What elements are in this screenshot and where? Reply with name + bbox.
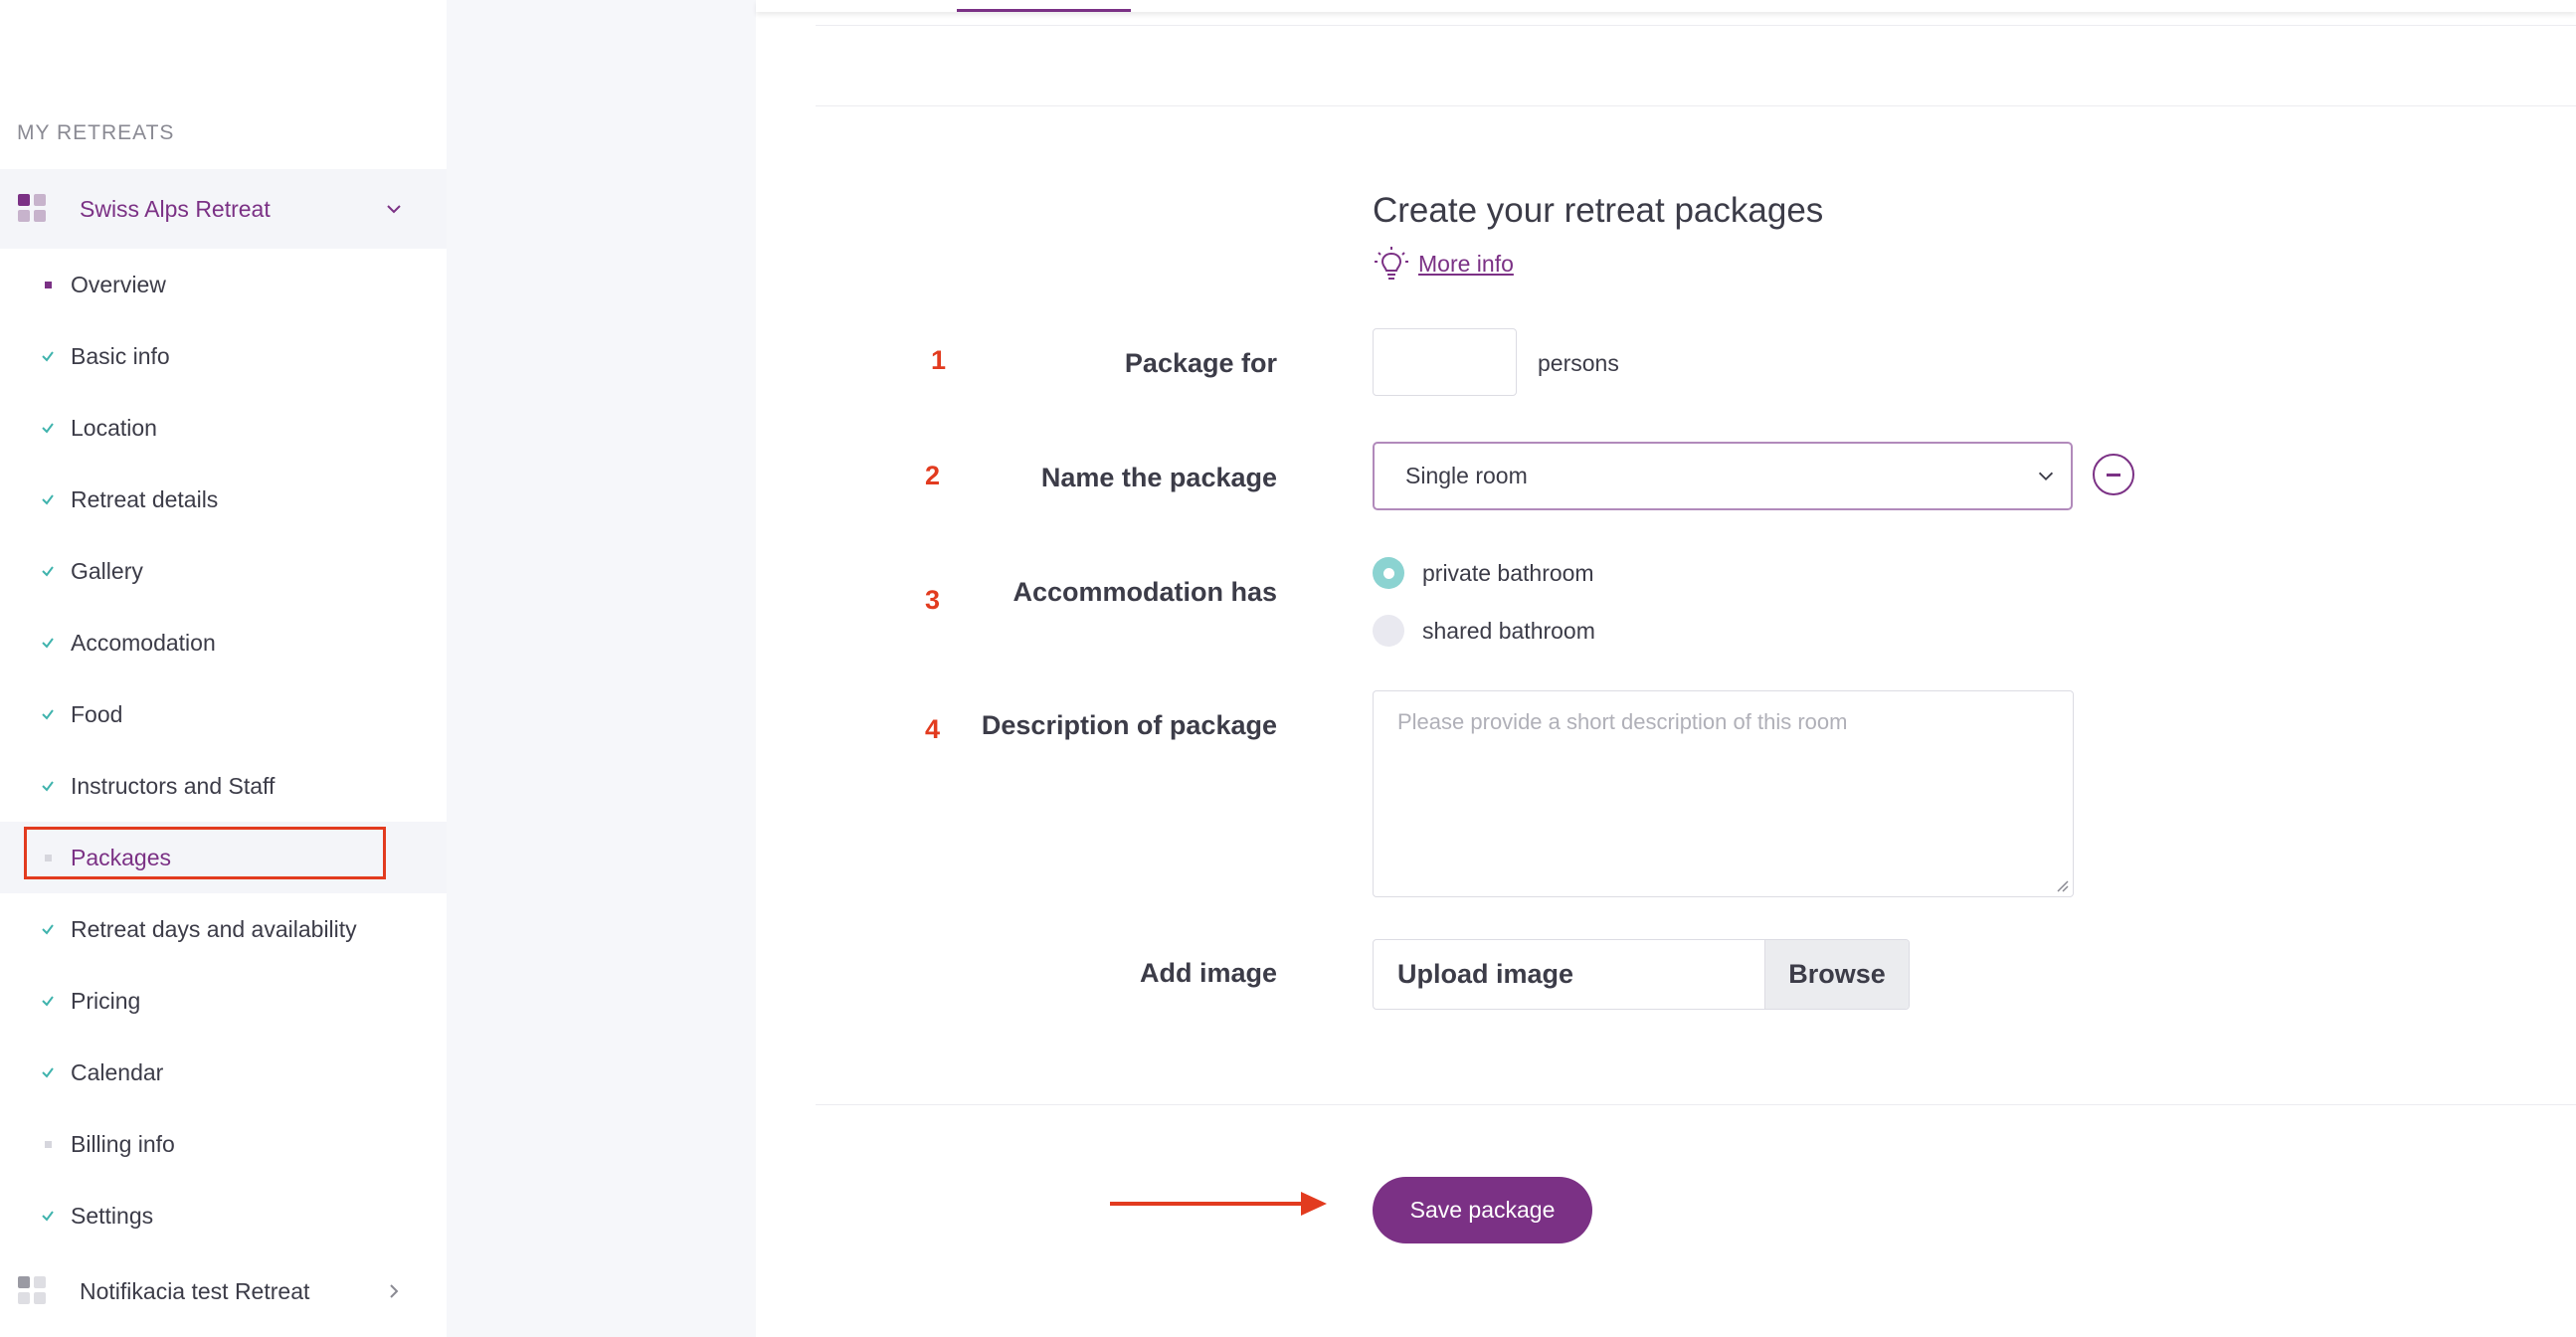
radio-private-bathroom[interactable]: private bathroom [1373, 557, 1594, 589]
resize-grip-icon[interactable] [2053, 876, 2069, 892]
select-value: Single room [1405, 463, 1528, 488]
check-icon [40, 420, 56, 436]
add-image-label: Add image [1139, 958, 1277, 988]
check-icon [40, 1208, 56, 1224]
description-textarea[interactable]: Please provide a short description of th… [1373, 690, 2074, 897]
sidebar-item-settings[interactable]: Settings [0, 1180, 447, 1251]
retreat-header-swiss-alps[interactable]: Swiss Alps Retreat [0, 169, 447, 249]
sidebar-item-retreat-details[interactable]: Retreat details [0, 464, 447, 535]
save-package-button[interactable]: Save package [1373, 1177, 1592, 1243]
chevron-down-icon [2038, 472, 2054, 481]
check-icon [40, 778, 56, 794]
step-number-2: 2 [925, 461, 941, 490]
upload-placeholder[interactable]: Upload image [1374, 940, 1764, 1009]
more-info[interactable]: More info [1373, 245, 1514, 283]
package-name-select[interactable]: Single room [1373, 442, 2073, 510]
sidebar: MY RETREATS Swiss Alps Retreat Overview B… [0, 0, 447, 1337]
divider [816, 1104, 2576, 1105]
accommodation-label: Accommodation has [1012, 577, 1277, 607]
sidebar-item-label: Basic info [71, 342, 170, 369]
top-tab-bar [756, 0, 2576, 12]
sidebar-item-basic-info[interactable]: Basic info [0, 320, 447, 392]
minus-icon [2107, 473, 2120, 477]
sidebar-item-label: Instructors and Staff [71, 772, 276, 799]
browse-button[interactable]: Browse [1764, 940, 1909, 1009]
sidebar-section-title: MY RETREATS [17, 121, 175, 144]
check-icon [40, 491, 56, 507]
sidebar-item-accomodation[interactable]: Accomodation [0, 607, 447, 678]
more-info-link[interactable]: More info [1418, 251, 1514, 278]
retreat-name: Swiss Alps Retreat [80, 195, 271, 222]
sidebar-item-billing-info[interactable]: Billing info [0, 1108, 447, 1180]
arrow-right-icon [1110, 1192, 1327, 1216]
step-number-1: 1 [931, 345, 947, 375]
packages-highlight [24, 827, 386, 879]
sidebar-item-label: Billing info [71, 1130, 175, 1157]
main-content: Create your retreat packages More info 1… [756, 0, 2576, 1337]
sidebar-item-gallery[interactable]: Gallery [0, 535, 447, 607]
sidebar-item-label: Gallery [71, 557, 143, 584]
name-package-label: Name the package [1040, 463, 1277, 492]
chevron-down-icon[interactable] [382, 197, 406, 221]
retreat-grid-icon [18, 194, 48, 224]
sidebar-item-food[interactable]: Food [0, 678, 447, 750]
bullet-icon [40, 277, 56, 292]
radio-checked-icon[interactable] [1373, 557, 1404, 589]
remove-package-button[interactable] [2093, 454, 2134, 495]
persons-input[interactable] [1373, 328, 1517, 396]
check-icon [40, 1064, 56, 1080]
active-tab-indicator [957, 9, 1131, 12]
sidebar-item-calendar[interactable]: Calendar [0, 1037, 447, 1108]
retreat-grid-icon [18, 1276, 48, 1306]
lightbulb-icon [1375, 247, 1408, 280]
sidebar-item-overview[interactable]: Overview [0, 249, 447, 320]
sidebar-item-label: Pricing [71, 987, 141, 1014]
sidebar-item-label: Retreat days and availability [71, 915, 357, 942]
package-for-label: Package for [1124, 348, 1277, 378]
bullet-icon [40, 1136, 56, 1152]
check-icon [40, 921, 56, 937]
check-icon [40, 993, 56, 1009]
sidebar-item-label: Calendar [71, 1058, 164, 1085]
check-icon [40, 706, 56, 722]
step-number-4: 4 [925, 714, 941, 744]
sidebar-item-label: Food [71, 700, 123, 727]
sidebar-item-label: Location [71, 414, 157, 441]
persons-unit: persons [1538, 350, 1619, 376]
description-placeholder: Please provide a short description of th… [1397, 709, 1848, 734]
radio-label: shared bathroom [1422, 617, 1595, 644]
check-icon [40, 635, 56, 651]
radio-label: private bathroom [1422, 559, 1594, 586]
retreat-header-other[interactable]: Notifikacia test Retreat [0, 1251, 447, 1331]
divider [816, 105, 2576, 106]
sidebar-item-label: Accomodation [71, 629, 216, 656]
sidebar-item-location[interactable]: Location [0, 392, 447, 464]
sidebar-item-label: Retreat details [71, 485, 219, 512]
step-number-3: 3 [925, 585, 941, 615]
radio-shared-bathroom[interactable]: shared bathroom [1373, 615, 1595, 647]
sidebar-item-label: Settings [71, 1202, 154, 1229]
check-icon [40, 348, 56, 364]
retreat-name: Notifikacia test Retreat [80, 1277, 310, 1304]
page-title: Create your retreat packages [1373, 191, 1824, 230]
description-label: Description of package [981, 710, 1277, 740]
image-upload[interactable]: Upload image Browse [1373, 939, 1910, 1010]
check-icon [40, 563, 56, 579]
sidebar-item-instructors-and-staff[interactable]: Instructors and Staff [0, 750, 447, 822]
radio-unchecked-icon[interactable] [1373, 615, 1404, 647]
sidebar-item-pricing[interactable]: Pricing [0, 965, 447, 1037]
chevron-right-icon[interactable] [382, 1279, 406, 1303]
sidebar-item-label: Overview [71, 271, 166, 297]
gray-gutter [447, 0, 756, 1337]
divider [816, 25, 2576, 26]
sidebar-item-retreat-days-and-availability[interactable]: Retreat days and availability [0, 893, 447, 965]
